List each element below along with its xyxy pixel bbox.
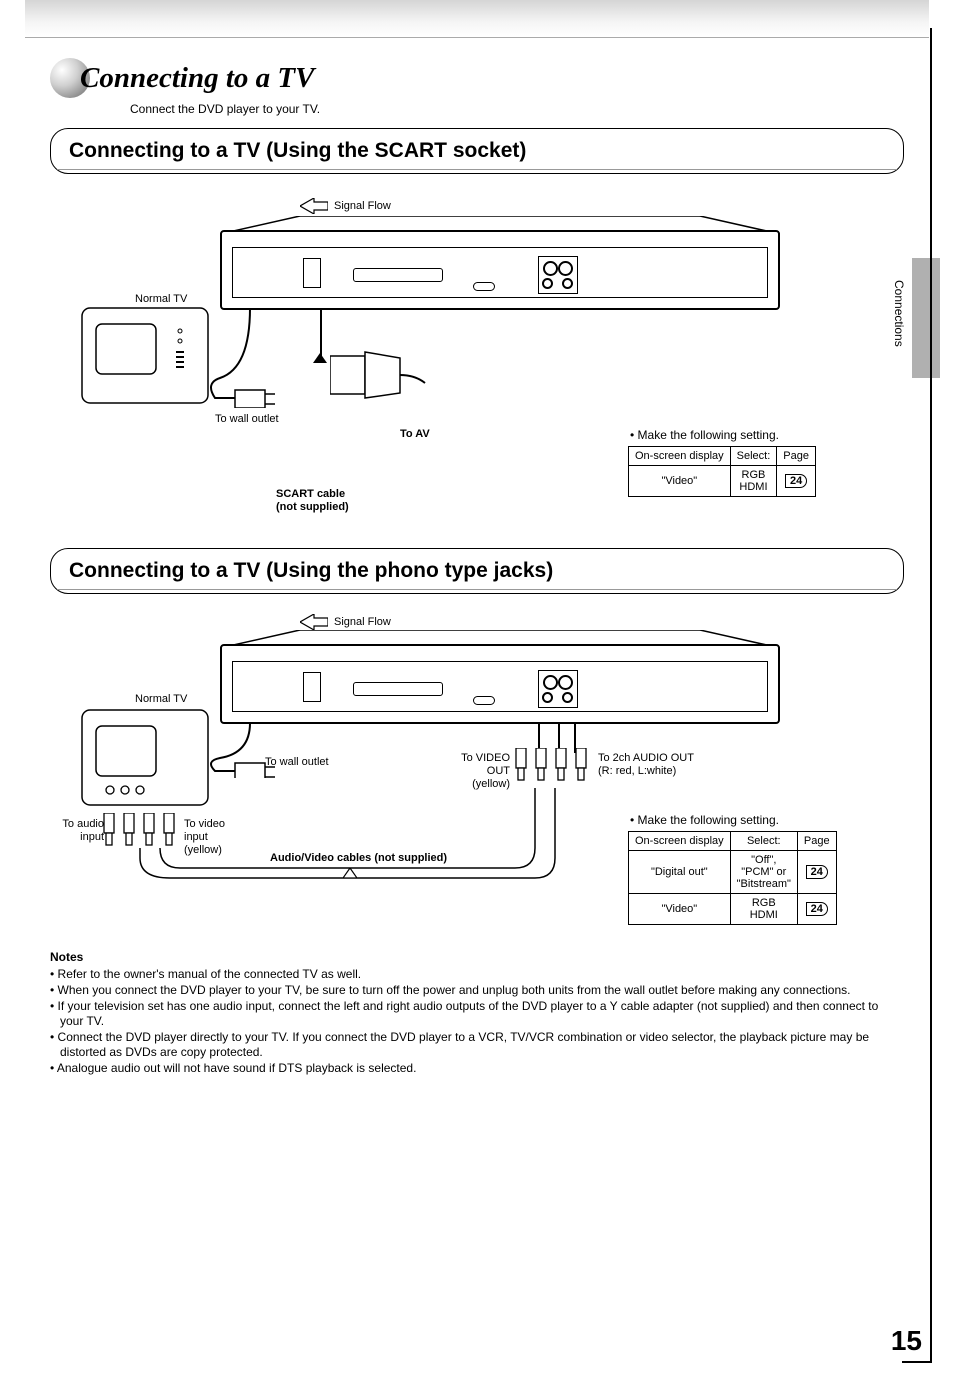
to-video-out-label: To VIDEO OUT (yellow) [450, 752, 510, 792]
scart-socket-2 [303, 672, 321, 702]
t2-h2: Select: [730, 832, 797, 851]
section1-title: Connecting to a TV (Using the SCART sock… [69, 139, 885, 163]
header-gradient [25, 0, 929, 38]
chapter-title: Connecting to a TV [80, 62, 314, 95]
tv-icon [80, 306, 210, 406]
chapter-subtitle: Connect the DVD player to your TV. [130, 102, 904, 116]
section-tab-bg [912, 258, 940, 378]
t1-h1: On-screen display [629, 447, 731, 466]
t2-r2c1: "Video" [629, 894, 731, 925]
to-av-label: To AV [400, 428, 430, 440]
settings-table-2: On-screen display Select: Page "Digital … [628, 831, 837, 925]
section2-title: Connecting to a TV (Using the phono type… [69, 559, 885, 583]
connector-bar [353, 268, 443, 282]
rear-panel-inner-2 [232, 661, 768, 712]
small-port-2 [473, 696, 495, 705]
t1-r1c2: RGBHDMI [730, 466, 777, 497]
connector-bar-2 [353, 682, 443, 696]
normal-tv-label-2: Normal TV [135, 693, 187, 705]
page-border-right [930, 28, 932, 1363]
phono-jack-br-2 [562, 692, 573, 703]
make-setting-note: • Make the following setting. [630, 428, 779, 442]
rear-panel-inner [232, 247, 768, 298]
arrow-left-icon [300, 614, 328, 630]
t2-r2c3: 24 [797, 894, 836, 925]
av-cables-label: Audio/Video cables (not supplied) [270, 852, 447, 864]
section1-header: Connecting to a TV (Using the SCART sock… [50, 128, 904, 174]
t2-r2c2: RGBHDMI [730, 894, 797, 925]
wall-outlet-label: To wall outlet [215, 413, 279, 425]
power-cable-2 [210, 723, 300, 778]
section2-header: Connecting to a TV (Using the phono type… [50, 548, 904, 594]
av-cable-path [110, 788, 585, 898]
small-port [473, 282, 495, 291]
dvd-player-rear [220, 230, 780, 310]
signal-flow-label: Signal Flow [300, 198, 391, 214]
t1-r1c1: "Video" [629, 466, 731, 497]
scart-lead-line [320, 308, 322, 358]
note-item: • When you connect the DVD player to you… [50, 983, 904, 998]
t1-r1c3: 24 [777, 466, 816, 497]
settings-table-1: On-screen display Select: Page "Video" R… [628, 446, 816, 497]
scart-socket [303, 258, 321, 288]
section2-diagram: Signal Flow Normal TV [50, 608, 904, 938]
arrow-up-icon [313, 353, 327, 363]
wall-outlet-label-2: To wall outlet [265, 756, 329, 768]
phono-jack-br [562, 278, 573, 289]
section1-diagram: Signal Flow Normal TV [50, 188, 904, 548]
arrow-left-icon [300, 198, 328, 214]
normal-tv-label: Normal TV [135, 293, 187, 305]
power-cable [210, 308, 300, 408]
t2-r1c1: "Digital out" [629, 851, 731, 894]
arrow-up-icon-2 [343, 868, 357, 878]
scart-cable-label: SCART cable (not supplied) [276, 488, 349, 514]
to-audio-input-label: To audio input [56, 818, 104, 844]
dvd-player-rear-2 [220, 644, 780, 724]
notes-list: • Refer to the owner's manual of the con… [50, 967, 904, 1076]
phono-jack-bl-2 [542, 692, 553, 703]
notes-heading: Notes [50, 950, 904, 964]
phono-plugs-up [514, 748, 594, 786]
scart-plug [330, 348, 430, 398]
t2-r1c3: 24 [797, 851, 836, 894]
t1-h3: Page [777, 447, 816, 466]
note-item: • Analogue audio out will not have sound… [50, 1061, 904, 1076]
scart-cable-l1: SCART cable [276, 488, 345, 500]
phono-jack-bl [542, 278, 553, 289]
t2-h1: On-screen display [629, 832, 731, 851]
note-item: • Refer to the owner's manual of the con… [50, 967, 904, 982]
make-setting-note-2: • Make the following setting. [630, 813, 779, 827]
signal-flow-text-2: Signal Flow [334, 616, 391, 628]
t2-h3: Page [797, 832, 836, 851]
signal-flow-label-2: Signal Flow [300, 614, 391, 630]
to-audio-out-label: To 2ch AUDIO OUT (R: red, L:white) [598, 752, 694, 778]
signal-flow-text: Signal Flow [334, 200, 391, 212]
chapter-title-row: Connecting to a TV [50, 58, 904, 98]
page-number: 15 [891, 1325, 922, 1357]
note-item: • If your television set has one audio i… [50, 999, 904, 1029]
scart-cable-l2: (not supplied) [276, 501, 349, 513]
t1-h2: Select: [730, 447, 777, 466]
notes-block: Notes • Refer to the owner's manual of t… [50, 950, 904, 1076]
note-item: • Connect the DVD player directly to you… [50, 1030, 904, 1060]
t2-r1c2: "Off","PCM" or"Bitstream" [730, 851, 797, 894]
